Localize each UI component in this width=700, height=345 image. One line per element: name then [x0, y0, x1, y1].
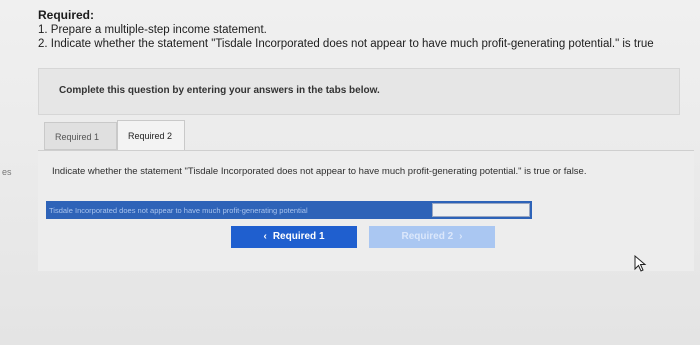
tab-required-2[interactable]: Required 2	[117, 120, 185, 150]
next-tab-label: Required 2	[401, 231, 454, 242]
requirements-title: Required:	[38, 8, 95, 22]
tab-bar: Required 1 Required 2	[44, 120, 185, 150]
instruction-box: Complete this question by entering your …	[38, 68, 680, 115]
tab-navigation: ‹ Required 1 Required 2 ›	[231, 226, 495, 248]
chevron-left-icon: ‹	[263, 231, 267, 242]
next-tab-button[interactable]: Required 2 ›	[369, 226, 495, 248]
instruction-text: Complete this question by entering your …	[59, 85, 380, 96]
requirement-item-2: 2. Indicate whether the statement "Tisda…	[38, 38, 654, 50]
requirements: Required: 1. Prepare a multiple-step inc…	[38, 8, 698, 51]
true-false-select[interactable]	[432, 203, 530, 217]
previous-tab-label: Required 1	[272, 231, 325, 242]
mouse-cursor-icon	[634, 255, 647, 272]
sidebar-fragment: es	[2, 167, 12, 177]
requirement-item-1: 1. Prepare a multiple-step income statem…	[38, 24, 267, 36]
statement-text: Tisdale Incorporated does not appear to …	[49, 205, 308, 215]
tab-content-panel: Indicate whether the statement "Tisdale …	[38, 150, 694, 271]
chevron-right-icon: ›	[459, 231, 463, 242]
screen: es Required: 1. Prepare a multiple-step …	[0, 0, 700, 345]
question-text: Indicate whether the statement "Tisdale …	[52, 166, 587, 177]
previous-tab-button[interactable]: ‹ Required 1	[231, 226, 357, 248]
answer-row: Tisdale Incorporated does not appear to …	[46, 201, 532, 219]
tab-required-1[interactable]: Required 1	[44, 122, 117, 150]
